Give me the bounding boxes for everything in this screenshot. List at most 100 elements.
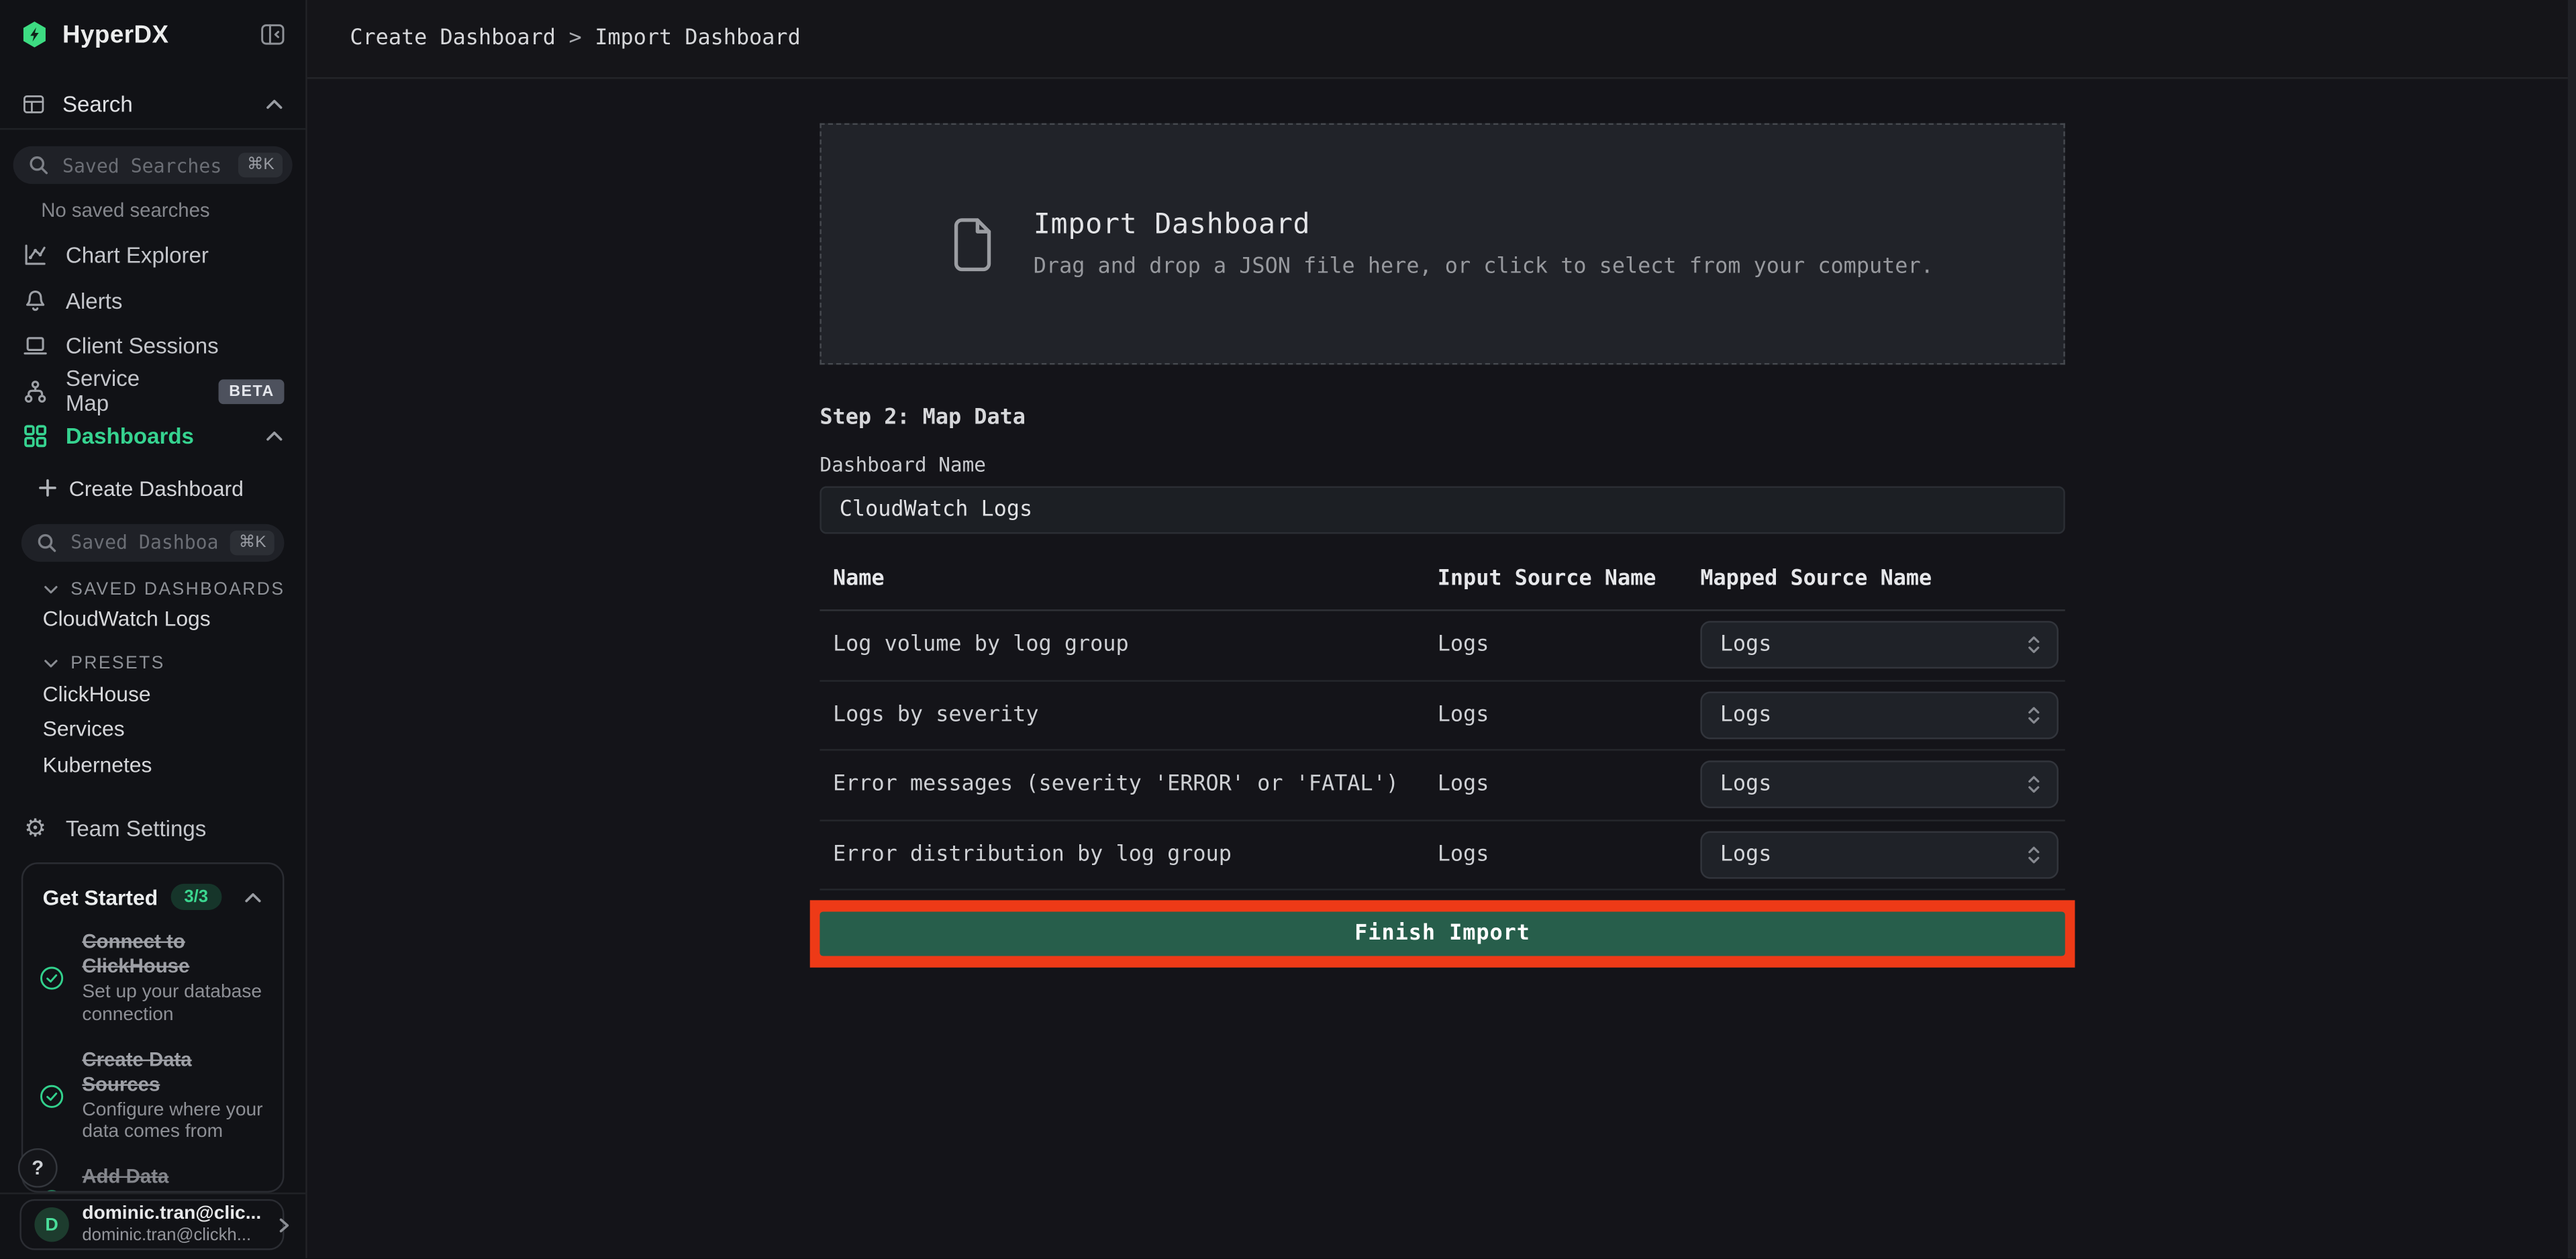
sidebar-item-alerts[interactable]: Alerts [0,279,305,323]
chevron-down-icon [43,656,59,672]
get-started-item-connect[interactable]: Connect to ClickHouse Set up your databa… [43,929,263,1027]
sidebar-nav: Chart Explorer Alerts Client Sessions [0,234,305,460]
get-started-item-title: Create Data Sources [82,1048,262,1097]
hyperdx-logo-icon [19,19,49,49]
saved-dashboards-search[interactable]: ⌘K [21,523,285,561]
get-started-item-title: Add Data [82,1165,262,1190]
search-section-label: Search [62,91,133,116]
sidebar-item-team-settings[interactable]: ⚙ Team Settings [0,806,305,851]
col-header-mapped-source: Mapped Source Name [1700,566,2065,591]
chart-name: Logs by severity [820,703,1437,727]
input-source-value: Logs [1438,703,1701,727]
dropzone-title: Import Dashboard [1034,209,1934,242]
get-started-item-add-data[interactable]: Add Data Start sending logs, metrics, or… [43,1165,263,1193]
nav-label: Alerts [66,289,122,313]
chart-name: Error messages (severity 'ERROR' or 'FAT… [820,772,1437,797]
nav-label: Service Map [66,366,183,415]
col-header-name: Name [820,566,1437,591]
chart-explorer-icon [21,242,50,270]
check-circle-icon [38,965,66,993]
sidebar: HyperDX Search [0,0,307,1258]
create-dashboard-button[interactable]: Create Dashboard [0,466,305,510]
sidebar-item-client-sessions[interactable]: Client Sessions [0,323,305,368]
mapped-source-select-wrap: Logs [1700,831,2059,878]
table-header: Name Input Source Name Mapped Source Nam… [820,562,2065,596]
team-settings-label: Team Settings [66,816,206,841]
sidebar-item-services[interactable]: Services [0,712,305,746]
nav-label: Dashboards [66,424,194,449]
saved-dashboards-input[interactable] [67,529,220,555]
annotation-highlight: Finish Import [810,900,2075,967]
mapped-source-select[interactable]: Logs [1700,761,2059,809]
input-source-value: Logs [1438,772,1701,797]
get-started-item-sources[interactable]: Create Data Sources Configure where your… [43,1048,263,1146]
hyperdx-app: HyperDX Search [0,0,2576,1258]
chevron-up-icon [264,427,284,446]
saved-searches-input[interactable] [59,152,229,178]
nav-label: Client Sessions [66,334,219,358]
create-dashboard-label: Create Dashboard [69,476,244,501]
finish-import-button[interactable]: Finish Import [820,911,2065,956]
brand-row: HyperDX [0,0,305,69]
bell-icon [21,287,50,315]
sidebar-item-kubernetes[interactable]: Kubernetes [0,748,305,781]
sidebar-item-chart-explorer[interactable]: Chart Explorer [0,234,305,279]
breadcrumb: Create Dashboard>Import Dashboard [350,26,800,51]
import-dropzone[interactable]: Import Dashboard Drag and drop a JSON fi… [820,123,2065,365]
sidebar-item-search[interactable]: Search [0,82,305,125]
dashboard-name-label: Dashboard Name [820,454,2065,476]
group-presets[interactable]: PRESETS [0,652,305,675]
get-started-item-subtitle: Configure where your data comes from [82,1100,262,1146]
sidebar-divider [0,128,305,130]
collapse-sidebar-icon[interactable] [260,21,286,48]
no-saved-searches-text: No saved searches [41,199,305,221]
mapped-source-select[interactable]: Logs [1700,831,2059,878]
table-row: Error messages (severity 'ERROR' or 'FAT… [820,751,2065,821]
sidebar-item-service-map[interactable]: Service Map BETA [0,369,305,414]
mapped-source-select-wrap: Logs [1700,691,2059,739]
breadcrumb-create-dashboard[interactable]: Create Dashboard [350,26,556,51]
plus-icon [38,478,57,497]
get-started-item-title: Connect to ClickHouse [82,929,262,978]
step-title: Step 2: Map Data [820,406,2065,431]
mapped-source-select[interactable]: Logs [1700,691,2059,739]
get-started-panel: Get Started 3/3 Connect to ClickHouse Se… [21,862,285,1193]
mapped-source-select[interactable]: Logs [1700,621,2059,669]
get-started-header[interactable]: Get Started 3/3 [43,884,263,910]
sidebar-item-dashboards[interactable]: Dashboards [0,414,305,459]
chart-name: Error distribution by log group [820,842,1437,867]
group-label: SAVED DASHBOARDS [70,579,285,599]
help-button[interactable]: ? [18,1148,58,1188]
breadcrumb-import-dashboard[interactable]: Import Dashboard [595,26,801,51]
sidebar-divider [0,1193,305,1194]
sidebar-item-cloudwatch-logs[interactable]: CloudWatch Logs [0,602,305,636]
chevron-down-icon [43,581,59,597]
sidebar-item-clickhouse[interactable]: ClickHouse [0,676,305,710]
file-icon [951,216,994,272]
get-started-progress-badge: 3/3 [171,884,221,910]
breadcrumb-separator: > [556,26,595,51]
dropzone-subtitle: Drag and drop a JSON file here, or click… [1034,254,1934,279]
input-source-value: Logs [1438,633,1701,658]
avatar: D [34,1207,68,1242]
main-area: Create Dashboard>Import Dashboard Import… [307,0,2568,1258]
search-icon [28,154,50,176]
beta-badge: BETA [219,379,285,404]
scrollbar[interactable] [2568,0,2576,1258]
check-circle-icon [38,1188,66,1193]
chevron-up-icon [243,888,262,906]
mapped-source-select-wrap: Logs [1700,761,2059,809]
service-map-icon [21,377,50,405]
group-label: PRESETS [70,654,165,673]
laptop-icon [21,332,50,360]
get-started-item-subtitle: Set up your database connection [82,983,262,1028]
group-saved-dashboards[interactable]: SAVED DASHBOARDS [0,577,305,600]
chevron-right-icon [275,1215,293,1234]
saved-searches-search[interactable]: ⌘K [13,146,293,184]
shortcut-badge: ⌘K [230,530,274,554]
gear-icon: ⚙ [21,816,50,841]
user-menu[interactable]: D dominic.tran@clic... dominic.tran@clic… [19,1199,284,1250]
search-icon [36,532,58,553]
nav-label: Chart Explorer [66,244,209,268]
dashboard-name-input[interactable] [820,487,2065,534]
